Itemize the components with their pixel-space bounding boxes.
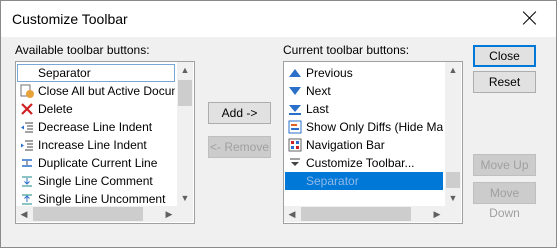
increase-indent-icon xyxy=(21,140,33,151)
title-bar: Customize Toolbar xyxy=(1,1,556,37)
list-item[interactable]: Duplicate Current Line xyxy=(17,154,175,172)
current-buttons-label: Current toolbar buttons: xyxy=(283,43,410,57)
customize-dropdown-icon xyxy=(290,158,300,166)
scroll-right-arrow-icon[interactable]: ▶ xyxy=(429,206,445,222)
list-item[interactable]: Increase Line Indent xyxy=(17,136,175,154)
scroll-down-arrow-icon[interactable]: ▼ xyxy=(445,190,461,206)
scrollbar-corner xyxy=(177,206,193,222)
scroll-right-arrow-icon[interactable]: ▶ xyxy=(161,206,177,222)
scroll-up-arrow-icon[interactable]: ▲ xyxy=(445,62,461,78)
current-buttons-list[interactable]: Previous Next Last Show Only Diffs (Hide… xyxy=(283,61,463,224)
scroll-up-arrow-icon[interactable]: ▲ xyxy=(177,62,193,78)
move-up-button[interactable]: Move Up xyxy=(473,154,536,176)
customize-toolbar-dialog: Customize Toolbar Available toolbar butt… xyxy=(0,0,557,248)
move-down-button[interactable]: Move Down xyxy=(473,182,536,220)
comment-icon xyxy=(22,176,32,187)
list-item[interactable]: Separator xyxy=(17,64,175,82)
current-horizontal-scrollbar[interactable]: ◀ ▶ xyxy=(284,206,445,222)
arrow-up-icon xyxy=(289,69,301,77)
reset-button[interactable]: Reset xyxy=(473,71,536,93)
duplicate-line-icon xyxy=(22,159,32,167)
remove-button[interactable]: <- Remove xyxy=(208,136,271,158)
list-item[interactable]: Customize Toolbar... xyxy=(285,154,443,172)
scrollbar-thumb[interactable] xyxy=(33,207,143,221)
available-horizontal-scrollbar[interactable]: ◀ ▶ xyxy=(16,206,177,222)
show-diffs-icon xyxy=(288,120,302,134)
list-item[interactable]: Navigation Bar xyxy=(285,136,443,154)
scroll-left-arrow-icon[interactable]: ◀ xyxy=(284,206,300,222)
add-button[interactable]: Add -> xyxy=(208,102,271,124)
scroll-down-arrow-icon[interactable]: ▼ xyxy=(177,190,193,206)
scrollbar-thumb[interactable] xyxy=(178,80,192,106)
list-item[interactable]: Last xyxy=(285,100,443,118)
list-item[interactable]: Decrease Line Indent xyxy=(17,118,175,136)
scrollbar-thumb[interactable] xyxy=(446,172,460,188)
list-item[interactable]: Close All but Active Document xyxy=(17,82,175,100)
close-all-icon xyxy=(20,84,34,98)
scrollbar-thumb[interactable] xyxy=(301,207,411,221)
arrow-down-icon xyxy=(289,87,301,95)
separator-icon xyxy=(288,174,302,188)
list-item-selected[interactable]: Separator xyxy=(285,172,443,190)
current-vertical-scrollbar[interactable]: ▲ ▼ xyxy=(445,62,461,206)
dialog-title: Customize Toolbar xyxy=(12,11,128,27)
available-vertical-scrollbar[interactable]: ▲ ▼ xyxy=(177,62,193,206)
separator-icon xyxy=(20,66,34,80)
last-icon xyxy=(289,105,301,115)
list-item[interactable]: Single Line Comment xyxy=(17,172,175,190)
list-item[interactable]: Delete xyxy=(17,100,175,118)
list-item[interactable]: Show Only Diffs (Hide Matches) xyxy=(285,118,443,136)
close-button[interactable]: Close xyxy=(473,45,536,67)
scrollbar-corner xyxy=(445,206,461,222)
available-buttons-list[interactable]: Separator Close All but Active Document … xyxy=(15,61,195,224)
uncomment-icon xyxy=(22,194,32,205)
delete-x-icon xyxy=(21,103,33,115)
list-item[interactable]: Next xyxy=(285,82,443,100)
close-icon[interactable] xyxy=(522,10,538,26)
list-item[interactable]: Previous xyxy=(285,64,443,82)
navigation-bar-icon xyxy=(288,138,302,152)
decrease-indent-icon xyxy=(21,122,33,133)
available-buttons-label: Available toolbar buttons: xyxy=(15,43,150,57)
scroll-left-arrow-icon[interactable]: ◀ xyxy=(16,206,32,222)
